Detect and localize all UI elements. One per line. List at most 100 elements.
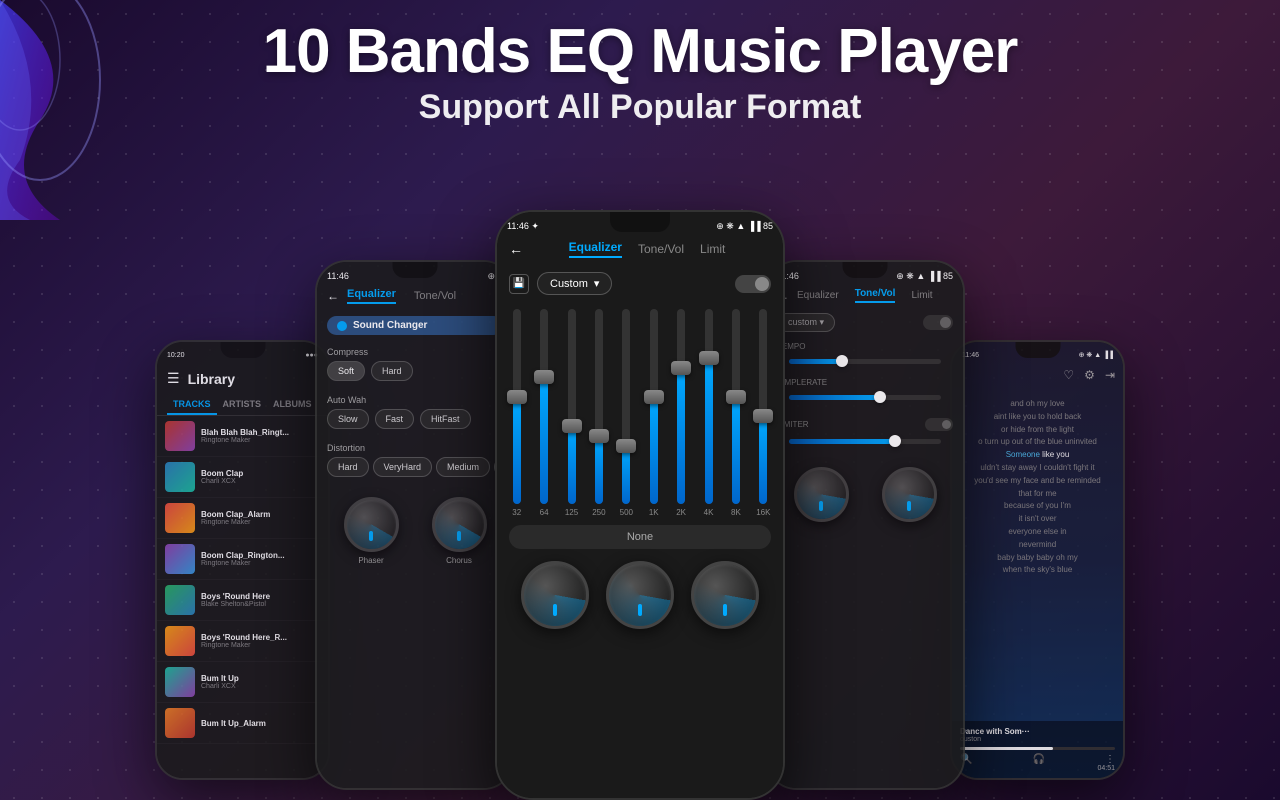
tab-tonevol-mid-left[interactable]: Tone/Vol — [414, 290, 456, 302]
preset-row-mid-right: custom ▾ — [767, 309, 963, 336]
center-knob-2[interactable] — [606, 561, 674, 629]
track-item[interactable]: Boys 'Round Here_R...Ringtone Maker — [157, 621, 328, 662]
tab-tracks[interactable]: TRACKS — [167, 395, 217, 415]
compress-soft-btn[interactable]: Soft — [327, 361, 365, 381]
center-knobs-row — [497, 553, 783, 629]
dist-veryhard-btn[interactable]: VeryHard — [373, 457, 433, 477]
track-item[interactable]: Boom Clap_Rington...Ringtone Maker — [157, 539, 328, 580]
eq-band-500[interactable]: 500 — [615, 309, 638, 517]
wah-fast-btn[interactable]: Fast — [375, 409, 415, 429]
slider-fill-250 — [595, 436, 603, 504]
toggle-mid-right[interactable] — [923, 315, 953, 330]
slider-thumb-2k[interactable] — [671, 361, 691, 375]
tab-artists[interactable]: ARTISTS — [217, 395, 268, 415]
tempo-slider[interactable] — [789, 359, 941, 364]
tab-equalizer-mid-left[interactable]: Equalizer — [347, 288, 396, 304]
slider-thumb-500[interactable] — [616, 439, 636, 453]
simplerate-slider[interactable] — [789, 395, 941, 400]
slider-thumb-8k[interactable] — [726, 390, 746, 404]
preset-select-mid-right[interactable]: custom ▾ — [777, 313, 835, 332]
ctab-tonevol[interactable]: Tone/Vol — [638, 242, 684, 256]
slider-thumb-4k[interactable] — [699, 351, 719, 365]
slider-thumb-64[interactable] — [534, 370, 554, 384]
headphones-icon[interactable]: 🎧 — [1033, 754, 1045, 765]
auto-wah-label: Auto Wah — [317, 389, 513, 409]
track-thumb — [165, 462, 195, 492]
toggle-knob-mid-right — [940, 317, 951, 328]
lyrics-progress-bar[interactable] — [960, 747, 1115, 750]
ctab-equalizer[interactable]: Equalizer — [569, 240, 622, 258]
eq-band-125[interactable]: 125 — [560, 309, 583, 517]
eq-band-250[interactable]: 250 — [587, 309, 610, 517]
slider-thumb-1k[interactable] — [644, 390, 664, 404]
knobs-row-mid-right — [767, 452, 963, 522]
eq-band-1k[interactable]: 1K — [642, 309, 665, 517]
compress-hard-btn[interactable]: Hard — [371, 361, 413, 381]
wah-hitfast-btn[interactable]: HitFast — [420, 409, 471, 429]
heart-icon[interactable]: ♡ — [1063, 368, 1074, 382]
equalizer-icon[interactable]: ⚙ — [1084, 368, 1095, 382]
sound-changer-label: Sound Changer — [353, 320, 427, 331]
slider-thumb-16k[interactable] — [753, 409, 773, 423]
track-item[interactable]: Blah Blah Blah_Ringt...Ringtone Maker — [157, 416, 328, 457]
knob1-mid-right[interactable] — [794, 467, 849, 522]
eq-band-16k[interactable]: 16K — [752, 309, 775, 517]
share-icon[interactable]: ⇥ — [1105, 368, 1115, 382]
preset-select[interactable]: Custom ▾ — [537, 272, 612, 295]
track-item[interactable]: Bum It Up_Alarm — [157, 703, 328, 744]
track-item[interactable]: Boom Clap_AlarmRingtone Maker — [157, 498, 328, 539]
tab-albums[interactable]: ALBUMS — [267, 395, 318, 415]
notch-mid-right — [843, 262, 888, 278]
dist-hard-btn[interactable]: Hard — [327, 457, 369, 477]
limiter-toggle[interactable] — [925, 418, 953, 431]
time-far-left: 10:20 — [167, 352, 185, 359]
limiter-slider[interactable] — [789, 439, 941, 444]
lyrics-song-title: Dance with Som··· — [960, 727, 1115, 736]
slider-thumb-250[interactable] — [589, 429, 609, 443]
back-button-mid-left[interactable]: ← — [327, 289, 339, 303]
chorus-knob[interactable] — [432, 497, 487, 552]
status-icons-mid-right: ⊕ ❋ ▲ ▐▐ 85 — [896, 271, 953, 282]
eq-band-64[interactable]: 64 — [532, 309, 555, 517]
track-info: Boom ClapCharli XCX — [201, 469, 320, 485]
slider-rail-8k — [732, 309, 740, 504]
ctab-limit[interactable]: Limit — [700, 242, 725, 256]
center-knob-3[interactable] — [691, 561, 759, 629]
back-btn-center[interactable]: ← — [509, 241, 523, 257]
menu-icon[interactable]: ☰ — [167, 370, 180, 387]
lyric-line: nevermind — [962, 539, 1113, 552]
slider-fill-64 — [540, 377, 548, 504]
track-item[interactable]: Boys 'Round HereBlake Shelton&Pistol — [157, 580, 328, 621]
tempo-label: TEMPO — [777, 342, 953, 351]
tab-tonevol-mid-right[interactable]: Tone/Vol — [855, 288, 896, 303]
tab-limit-mid-right[interactable]: Limit — [911, 290, 932, 301]
eq-toggle[interactable] — [735, 275, 771, 293]
eq-band-8k[interactable]: 8K — [724, 309, 747, 517]
simplerate-thumb[interactable] — [874, 391, 886, 403]
slider-rail-250 — [595, 309, 603, 504]
knob2-mid-right[interactable] — [882, 467, 937, 522]
preset-none-btn[interactable]: None — [509, 525, 771, 549]
eq-band-32[interactable]: 32 — [505, 309, 528, 517]
eq-band-2k[interactable]: 2K — [669, 309, 692, 517]
library-tabs: TRACKS ARTISTS ALBUMS — [157, 395, 328, 416]
wah-slow-btn[interactable]: Slow — [327, 409, 369, 429]
track-item[interactable]: Bum It UpCharli XCX — [157, 662, 328, 703]
time-center: 11:46 ✦ — [507, 221, 539, 232]
slider-thumb-32[interactable] — [507, 390, 527, 404]
library-screen: 10:20 ●●● ☰ Library TRACKS ARTISTS ALBUM… — [157, 342, 328, 778]
center-knob-1[interactable] — [521, 561, 589, 629]
center-knob-1-container — [521, 561, 589, 629]
preset-chevron: ▾ — [594, 277, 600, 290]
preset-save-icon[interactable]: 💾 — [509, 274, 529, 294]
dist-medium-btn[interactable]: Medium — [436, 457, 490, 477]
track-artist: Ringtone Maker — [201, 519, 320, 526]
track-item[interactable]: Boom ClapCharli XCX — [157, 457, 328, 498]
phaser-knob[interactable] — [344, 497, 399, 552]
tempo-thumb[interactable] — [836, 355, 848, 367]
more-icon[interactable]: ⋮ — [1105, 754, 1115, 765]
eq-band-4k[interactable]: 4K — [697, 309, 720, 517]
limiter-thumb[interactable] — [889, 435, 901, 447]
slider-thumb-125[interactable] — [562, 419, 582, 433]
tab-equalizer-mid-right[interactable]: Equalizer — [797, 290, 839, 301]
